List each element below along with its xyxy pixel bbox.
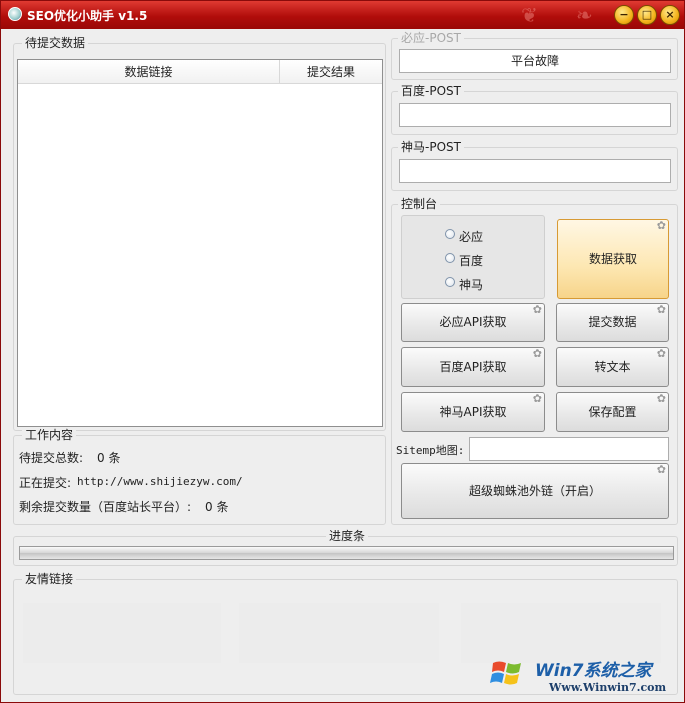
- shenma-post-label: 神马-POST: [398, 140, 464, 154]
- watermark-brand: Win7系统之家: [535, 661, 652, 681]
- radio-shenma-label: 神马: [459, 278, 484, 292]
- submitting-label: 正在提交:: [19, 476, 72, 490]
- corner-ornament-icon: ✿: [656, 463, 666, 476]
- pending-total-label: 待提交总数:: [19, 451, 84, 465]
- shenma-api-button[interactable]: 神马API获取 ✿: [401, 392, 545, 432]
- minimize-button[interactable]: −: [614, 5, 634, 25]
- column-header-link[interactable]: 数据链接: [18, 60, 280, 84]
- fetch-data-button[interactable]: 数据获取 ✿: [557, 219, 669, 299]
- corner-ornament-icon: ✿: [532, 347, 542, 360]
- data-list-view[interactable]: 数据链接 提交结果: [17, 59, 383, 427]
- corner-ornament-icon: ✿: [656, 392, 666, 405]
- pending-total-value: 0 条: [97, 451, 121, 465]
- bing-api-button[interactable]: 必应API获取 ✿: [401, 303, 545, 342]
- radio-circle-icon[interactable]: [445, 229, 455, 239]
- friend-links-title: 友情链接: [22, 572, 77, 586]
- corner-ornament-icon: ✿: [656, 219, 666, 232]
- corner-ornament-icon: ✿: [656, 347, 666, 360]
- submit-data-button[interactable]: 提交数据 ✿: [556, 303, 669, 342]
- save-config-button[interactable]: 保存配置 ✿: [556, 392, 669, 432]
- radio-bing-label: 必应: [459, 230, 484, 244]
- corner-ornament-icon: ✿: [532, 303, 542, 316]
- swirl-ornament-icon: ❧: [576, 3, 593, 27]
- save-config-label: 保存配置: [588, 405, 637, 419]
- windows-logo-icon: [489, 655, 525, 691]
- shenma-api-label: 神马API获取: [439, 405, 507, 419]
- spider-pool-label: 超级蜘蛛池外链（开启）: [468, 484, 601, 498]
- baidu-post-label: 百度-POST: [398, 84, 464, 98]
- submit-data-label: 提交数据: [588, 315, 637, 329]
- progress-bar: [19, 546, 674, 560]
- spider-pool-button[interactable]: 超级蜘蛛池外链（开启） ✿: [401, 463, 669, 519]
- submitting-url: http://www.shijiezyw.com/: [77, 475, 243, 488]
- app-window: SEO优化小助手 v1.5 ❦ ❧ − □ × 待提交数据 数据链接 提交结果 …: [0, 0, 685, 703]
- friend-link-slot[interactable]: [461, 603, 661, 663]
- sitemap-label: Sitemp地图:: [396, 444, 465, 457]
- radio-circle-icon[interactable]: [445, 253, 455, 263]
- friend-link-slot[interactable]: [23, 603, 221, 663]
- window-title: SEO优化小助手 v1.5: [27, 9, 148, 23]
- sitemap-field[interactable]: [469, 437, 669, 461]
- app-icon: [8, 7, 22, 21]
- shenma-post-field[interactable]: [399, 159, 671, 183]
- title-bar[interactable]: SEO优化小助手 v1.5 ❦ ❧ − □ ×: [1, 1, 684, 29]
- swirl-ornament-icon: ❦: [521, 3, 538, 27]
- friend-link-slot[interactable]: [239, 603, 439, 663]
- baidu-api-label: 百度API获取: [439, 360, 507, 374]
- baidu-post-field[interactable]: [399, 103, 671, 127]
- remaining-value: 0 条: [205, 500, 229, 514]
- radio-baidu-label: 百度: [459, 254, 484, 268]
- remaining-label: 剩余提交数量（百度站长平台）:: [19, 500, 192, 514]
- bing-post-field[interactable]: 平台故障: [399, 49, 671, 73]
- pending-data-title: 待提交数据: [22, 36, 89, 50]
- progress-title: 进度条: [326, 529, 369, 543]
- bing-api-label: 必应API获取: [439, 315, 507, 329]
- work-content-title: 工作内容: [22, 428, 77, 442]
- corner-ornament-icon: ✿: [656, 303, 666, 316]
- bing-post-label: 必应-POST: [398, 31, 464, 45]
- column-header-result[interactable]: 提交结果: [280, 60, 382, 84]
- to-text-label: 转文本: [594, 360, 631, 374]
- console-title: 控制台: [398, 197, 441, 211]
- radio-circle-icon[interactable]: [445, 277, 455, 287]
- to-text-button[interactable]: 转文本 ✿: [556, 347, 669, 387]
- corner-ornament-icon: ✿: [532, 392, 542, 405]
- watermark-url: Www.Winwin7.com: [549, 681, 667, 694]
- maximize-button[interactable]: □: [637, 5, 657, 25]
- close-button[interactable]: ×: [660, 5, 680, 25]
- baidu-api-button[interactable]: 百度API获取 ✿: [401, 347, 545, 387]
- fetch-data-label: 数据获取: [588, 252, 637, 266]
